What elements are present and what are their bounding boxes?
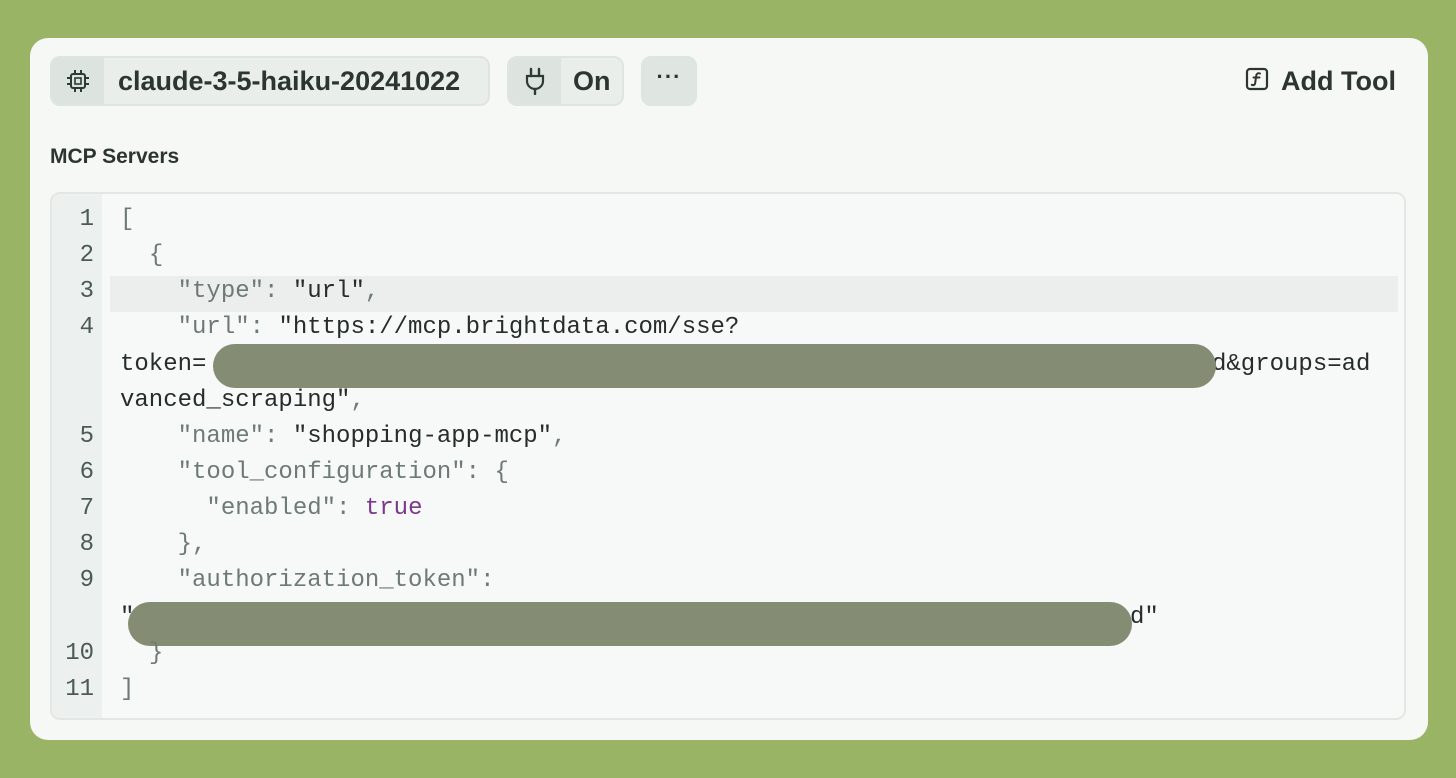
code-line: "url": "https://mcp.brightdata.com/sse?: [177, 314, 740, 341]
toggle-label: On: [573, 65, 611, 96]
line-number: 1: [79, 206, 94, 233]
section-title: MCP Servers: [50, 145, 180, 168]
line-number: 8: [79, 531, 94, 558]
model-name: claude-3-5-haiku-20241022: [118, 65, 461, 96]
redacted-authorization-token: [128, 602, 1132, 646]
model-selector-button[interactable]: claude-3-5-haiku-20241022: [50, 56, 490, 106]
line-number: 3: [79, 278, 94, 305]
code-line: }: [148, 640, 164, 667]
code-line: vanced_scraping",: [120, 387, 365, 414]
code-line: d": [1130, 604, 1159, 631]
line-number: 9: [79, 567, 94, 594]
code-line: d&groups=ad: [1212, 351, 1371, 378]
code-line: "enabled": true: [206, 495, 423, 522]
code-line: "name": "shopping-app-mcp",: [177, 423, 567, 450]
more-options-button[interactable]: ···: [641, 56, 697, 106]
chip-icon: [52, 58, 104, 104]
line-number: 11: [65, 676, 94, 703]
line-number: 5: [79, 423, 94, 450]
line-number: 2: [79, 242, 94, 269]
line-number: 7: [79, 495, 94, 522]
code-editor[interactable]: 1 2 3 4 5 6 7 8 9 10 11 [ { "type": "url…: [50, 192, 1406, 720]
code-line: token=: [120, 351, 207, 378]
plug-icon: [509, 58, 561, 104]
code-line: [: [120, 206, 135, 233]
code-line: "type": "url",: [177, 278, 380, 305]
code-line: "tool_configuration": {: [177, 459, 509, 486]
line-number: 4: [79, 314, 94, 341]
more-icon: ···: [656, 64, 682, 89]
settings-card: claude-3-5-haiku-20241022 On ··· Add Too…: [30, 38, 1428, 740]
add-tool-label: Add Tool: [1281, 65, 1396, 96]
line-number: 6: [79, 459, 94, 486]
code-line: {: [148, 242, 164, 269]
code-line: },: [177, 531, 207, 558]
add-tool-button[interactable]: Add Tool: [1245, 56, 1396, 106]
toolbar: claude-3-5-haiku-20241022 On ··· Add Too…: [50, 56, 1410, 106]
line-number: 10: [65, 640, 94, 667]
code-line: "authorization_token":: [177, 567, 495, 594]
redacted-token: [213, 344, 1216, 388]
mcp-toggle-button[interactable]: On: [507, 56, 624, 106]
code-line: ]: [120, 676, 135, 703]
function-icon: [1245, 67, 1269, 96]
line-number-gutter: 1 2 3 4 5 6 7 8 9 10 11: [52, 194, 102, 718]
